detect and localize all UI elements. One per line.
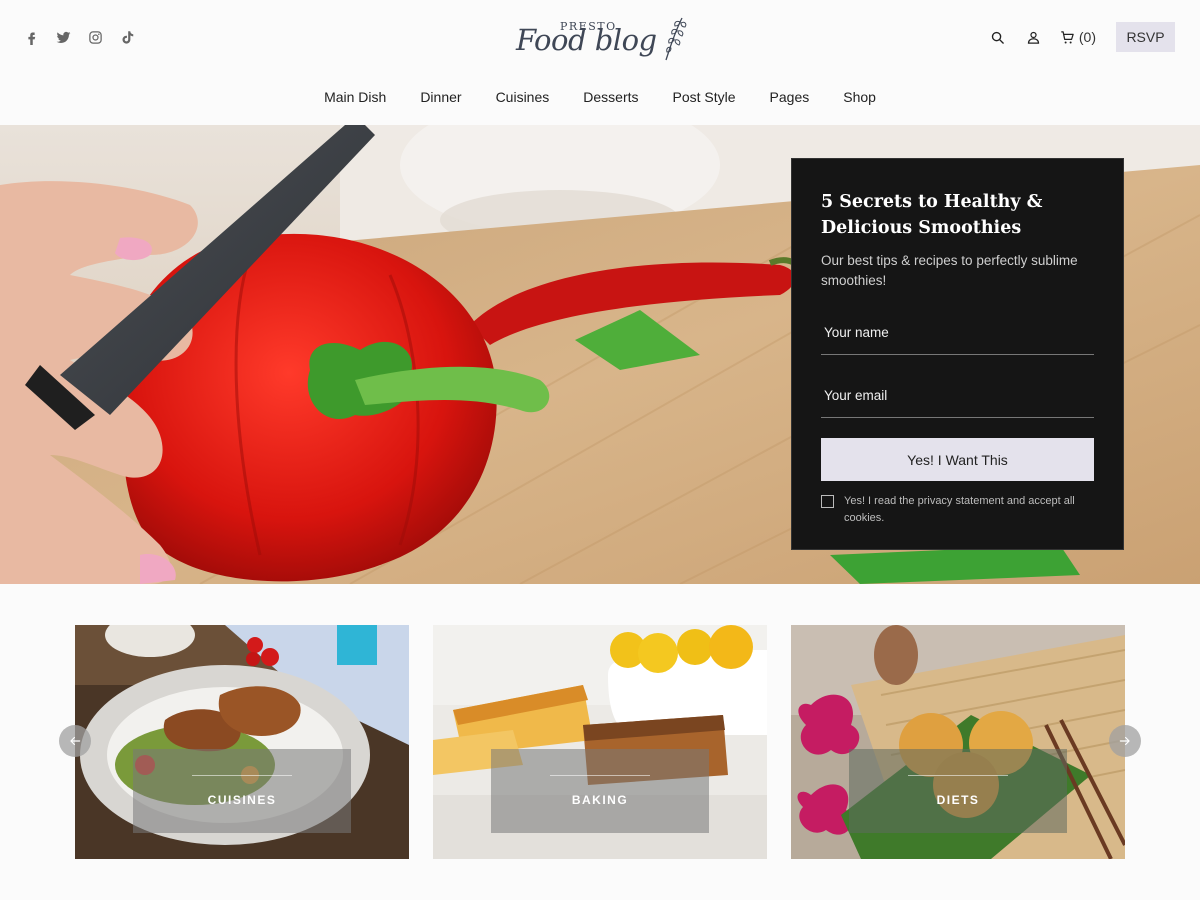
consent-text: Yes! I read the privacy statement and ac… bbox=[844, 495, 1075, 524]
tiktok-icon[interactable] bbox=[118, 28, 136, 46]
nav-item-desserts[interactable]: Desserts bbox=[583, 89, 638, 105]
nav-item-cuisines[interactable]: Cuisines bbox=[496, 89, 550, 105]
label-rule bbox=[550, 775, 650, 776]
category-title-baking: BAKING bbox=[571, 793, 629, 807]
nav-item-main-dish[interactable]: Main Dish bbox=[324, 89, 386, 105]
rsvp-button[interactable]: RSVP bbox=[1116, 22, 1175, 52]
category-card-diets[interactable]: DIETS bbox=[791, 625, 1125, 859]
optin-subtitle: Our best tips & recipes to perfectly sub… bbox=[821, 253, 1078, 288]
header-actions: (0) RSVP bbox=[972, 22, 1175, 52]
newsletter-optin-box: 5 Secrets to Healthy & Delicious Smoothi… bbox=[791, 158, 1124, 550]
carousel-prev-button[interactable] bbox=[59, 725, 91, 757]
consent-checkbox[interactable] bbox=[821, 495, 834, 508]
nav-item-post-style[interactable]: Post Style bbox=[673, 89, 736, 105]
facebook-icon[interactable] bbox=[22, 28, 40, 46]
email-field-wrapper bbox=[821, 374, 1094, 418]
instagram-icon[interactable] bbox=[86, 28, 104, 46]
hero-banner: 5 Secrets to Healthy & Delicious Smoothi… bbox=[0, 125, 1200, 584]
site-header: PRESTO Food blog (0) RSVP Main Dish Dinn… bbox=[0, 0, 1200, 125]
arrow-right-icon bbox=[1119, 736, 1130, 746]
logo-script-text: Food blog bbox=[516, 23, 657, 57]
label-rule bbox=[908, 775, 1008, 776]
cart-button[interactable]: (0) bbox=[1060, 29, 1096, 45]
category-label-baking: BAKING bbox=[491, 749, 709, 833]
user-icon[interactable] bbox=[1024, 27, 1044, 47]
category-card-cuisines[interactable]: CUISINES bbox=[75, 625, 409, 859]
name-field-wrapper bbox=[821, 311, 1094, 355]
nav-item-pages[interactable]: Pages bbox=[770, 89, 810, 105]
category-label-cuisines: CUISINES bbox=[133, 749, 351, 833]
name-input[interactable] bbox=[821, 311, 1094, 354]
label-rule bbox=[192, 775, 292, 776]
social-links bbox=[22, 28, 136, 46]
site-logo[interactable]: PRESTO Food blog bbox=[514, 14, 690, 64]
category-card-baking[interactable]: BAKING bbox=[433, 625, 767, 859]
search-icon[interactable] bbox=[988, 27, 1008, 47]
nav-item-dinner[interactable]: Dinner bbox=[420, 89, 461, 105]
category-label-diets: DIETS bbox=[849, 749, 1067, 833]
category-title-cuisines: CUISINES bbox=[207, 793, 277, 807]
cart-icon bbox=[1061, 30, 1074, 43]
email-input[interactable] bbox=[821, 374, 1094, 417]
consent-row: Yes! I read the privacy statement and ac… bbox=[821, 493, 1094, 527]
category-title-diets: DIETS bbox=[936, 793, 980, 807]
main-navigation: Main Dish Dinner Cuisines Desserts Post … bbox=[0, 89, 1200, 105]
arrow-left-icon bbox=[70, 736, 81, 746]
cart-count: (0) bbox=[1078, 29, 1096, 45]
herb-sprig-icon bbox=[665, 17, 687, 61]
category-carousel: CUISINES BAKING DIETS bbox=[0, 625, 1200, 859]
carousel-next-button[interactable] bbox=[1109, 725, 1141, 757]
twitter-icon[interactable] bbox=[54, 28, 72, 46]
nav-item-shop[interactable]: Shop bbox=[843, 89, 876, 105]
optin-title: 5 Secrets to Healthy & Delicious Smoothi… bbox=[821, 192, 1043, 238]
subscribe-button[interactable]: Yes! I Want This bbox=[821, 438, 1094, 481]
